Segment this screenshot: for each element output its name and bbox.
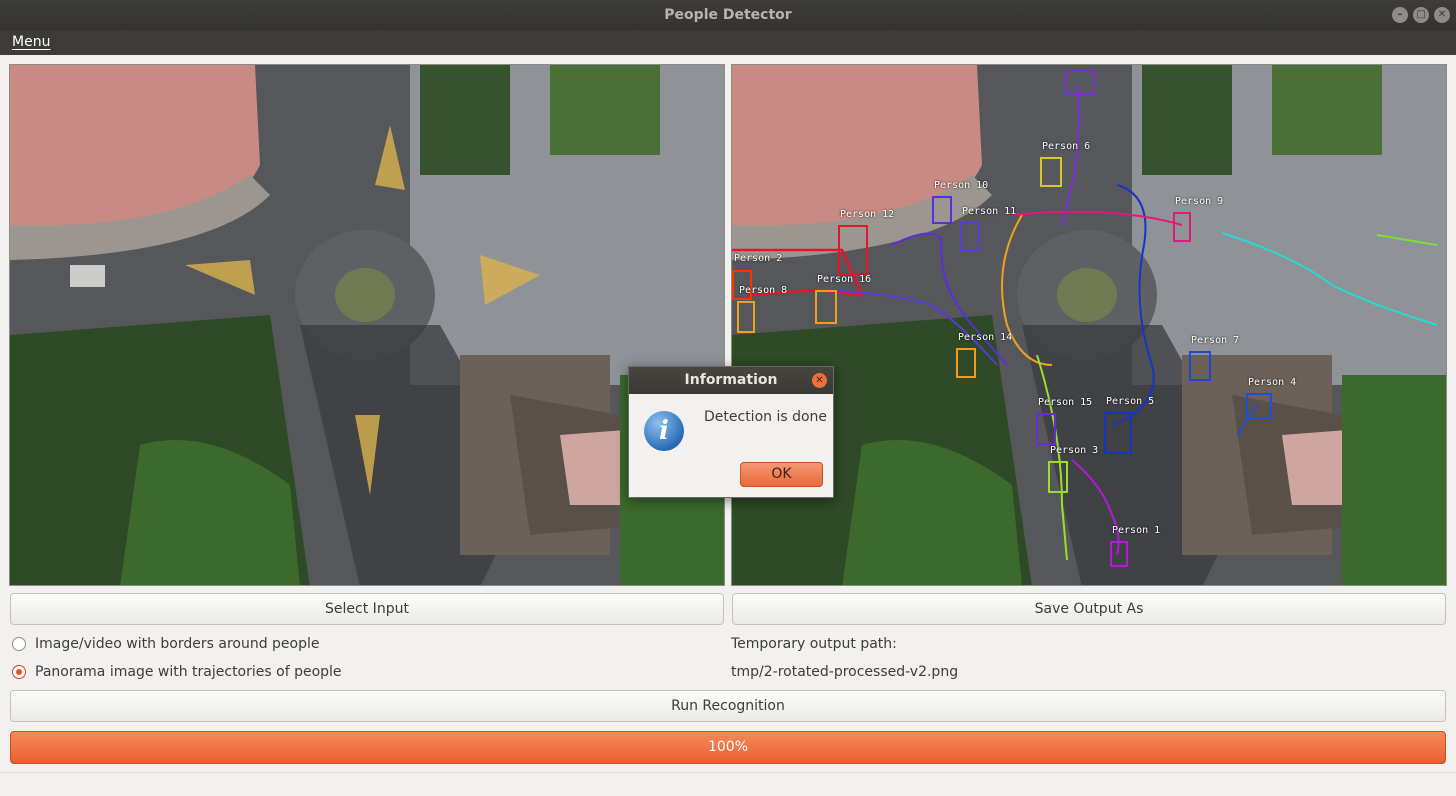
output-path-value: tmp/2-rotated-processed-v2.png — [731, 664, 959, 680]
detection-label: Person 5 — [1106, 396, 1155, 407]
detection-box — [1040, 157, 1062, 187]
run-recognition-button[interactable]: Run Recognition — [10, 690, 1446, 722]
progress-text: 100% — [707, 739, 749, 755]
maximize-icon[interactable]: □ — [1413, 7, 1429, 23]
detection-label: Person 12 — [840, 209, 895, 220]
option-panorama[interactable]: Panorama image with trajectories of peop… — [12, 664, 342, 680]
minimize-icon[interactable]: – — [1392, 7, 1408, 23]
detection-label: Person 8 — [739, 285, 788, 296]
detection-box — [956, 348, 976, 378]
detection-label: Person 11 — [962, 206, 1017, 217]
detection-box — [1065, 70, 1095, 95]
detection-label: Person 6 — [1042, 141, 1091, 152]
detection-box — [932, 196, 952, 224]
borders-radio[interactable] — [12, 637, 26, 651]
output-path-label: Temporary output path: — [731, 636, 897, 652]
detection-label: Person 1 — [1112, 525, 1161, 536]
detection-label: Person 15 — [1038, 397, 1093, 408]
menu-item[interactable]: Menu — [12, 34, 50, 50]
dialog-title-bar: Information ✕ — [629, 367, 833, 394]
panorama-radio[interactable] — [12, 665, 26, 679]
status-bar — [0, 772, 1456, 796]
progress-bar: 100% — [10, 731, 1446, 764]
detection-label: Person 14 — [958, 332, 1013, 343]
info-icon: i — [644, 411, 684, 451]
borders-radio-label: Image/video with borders around people — [35, 636, 320, 652]
save-output-button[interactable]: Save Output As — [732, 593, 1446, 625]
ok-button[interactable]: OK — [740, 462, 823, 487]
detection-box — [1048, 461, 1068, 493]
menu-bar: Menu — [0, 30, 1456, 55]
detection-box — [815, 290, 837, 324]
detection-box — [960, 222, 980, 252]
input-image-view — [9, 64, 725, 586]
option-borders[interactable]: Image/video with borders around people — [12, 636, 320, 652]
detection-label: Person 3 — [1050, 445, 1099, 456]
detection-label: Person 4 — [1248, 377, 1297, 388]
detection-label: Person 7 — [1191, 335, 1240, 346]
panorama-radio-label: Panorama image with trajectories of peop… — [35, 664, 342, 680]
detection-box — [1110, 541, 1128, 567]
detection-box — [737, 301, 755, 333]
title-bar: People Detector – □ ✕ — [0, 0, 1456, 30]
output-image-view: Person 0 Person 1 Person 2 Person 3 Person 4… — [731, 64, 1447, 586]
detection-box — [1246, 393, 1272, 419]
detection-label: Person 2 — [734, 253, 783, 264]
detection-overlays: Person 0 Person 1 Person 2 Person 3 Person 4… — [732, 65, 1446, 585]
detection-label: Person 10 — [934, 180, 989, 191]
window-title: People Detector — [664, 7, 792, 23]
input-aerial-image — [10, 65, 724, 585]
dialog-message: Detection is done — [704, 409, 828, 425]
detection-label: Person 16 — [817, 274, 872, 285]
detection-label: Person 0 — [1067, 65, 1115, 66]
detection-box — [1104, 412, 1132, 454]
select-input-button[interactable]: Select Input — [10, 593, 724, 625]
detection-label: Person 9 — [1175, 196, 1224, 207]
detection-box — [838, 225, 868, 275]
detection-box — [1036, 413, 1056, 445]
detection-box — [1189, 351, 1211, 381]
detection-box — [1173, 212, 1191, 242]
information-dialog: Information ✕ i Detection is done OK — [628, 366, 834, 498]
dialog-title: Information — [684, 372, 778, 388]
close-icon[interactable]: ✕ — [1434, 7, 1450, 23]
dialog-close-icon[interactable]: ✕ — [812, 373, 827, 388]
